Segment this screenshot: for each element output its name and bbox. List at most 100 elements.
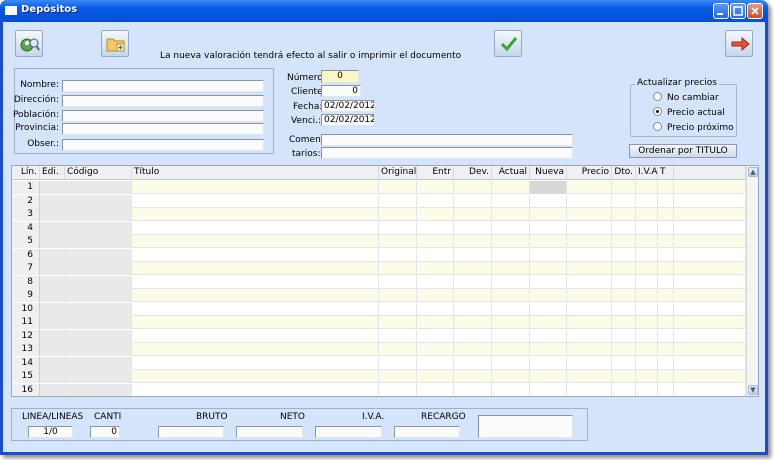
grid-cell[interactable] (379, 383, 417, 396)
column-header-titulo[interactable]: Título (132, 166, 379, 180)
grid-cell[interactable] (65, 221, 132, 235)
grid-cell[interactable] (417, 235, 454, 248)
grid-cell[interactable] (530, 194, 567, 208)
grid-cell[interactable] (40, 235, 65, 248)
grid-cell[interactable] (40, 181, 65, 194)
venci-field[interactable]: 02/02/2012 (321, 114, 375, 126)
grid-cell[interactable] (674, 302, 746, 316)
grid-cell[interactable] (132, 208, 379, 221)
grid-cell[interactable] (40, 356, 65, 370)
grid-cell[interactable] (40, 248, 65, 262)
grid-cell[interactable] (567, 275, 612, 289)
grid-cell[interactable] (40, 208, 65, 221)
grid-cell[interactable] (40, 289, 65, 302)
table-row[interactable]: 7 (12, 262, 746, 275)
grid-cell[interactable] (530, 370, 567, 383)
grid-cell[interactable] (492, 194, 530, 208)
grid-cell[interactable] (674, 235, 746, 248)
grid-cell[interactable] (379, 289, 417, 302)
grid-cell[interactable] (636, 356, 658, 370)
column-header-lin[interactable]: Lín. (12, 166, 40, 180)
grid-cell[interactable] (492, 262, 530, 275)
grid-cell[interactable] (492, 275, 530, 289)
grid-cell[interactable] (674, 329, 746, 343)
obser-field[interactable] (62, 139, 264, 151)
grid-cell[interactable] (40, 194, 65, 208)
grid-cell[interactable] (454, 302, 492, 316)
table-row[interactable]: 6 (12, 248, 746, 262)
grid-cell[interactable] (132, 194, 379, 208)
grid-cell[interactable] (658, 221, 674, 235)
table-row[interactable]: 16 (12, 383, 746, 396)
grid-cell[interactable] (40, 316, 65, 329)
grid-cell[interactable] (530, 316, 567, 329)
grid-cell[interactable] (454, 370, 492, 383)
grid-cell[interactable] (454, 221, 492, 235)
grid-cell[interactable] (417, 383, 454, 396)
grid-cell[interactable] (636, 289, 658, 302)
cliente-field[interactable]: 0 (321, 85, 361, 97)
grid-cell[interactable] (567, 262, 612, 275)
grid-cell[interactable] (674, 275, 746, 289)
grid-cell[interactable] (492, 235, 530, 248)
grid-cell[interactable] (454, 343, 492, 356)
grid-cell[interactable] (379, 262, 417, 275)
grid-cell[interactable] (658, 181, 674, 194)
grid-cell[interactable] (492, 329, 530, 343)
grid-cell[interactable] (132, 221, 379, 235)
numero-field[interactable]: 0 (321, 70, 359, 83)
grid-cell[interactable] (530, 289, 567, 302)
grid-cell[interactable] (40, 262, 65, 275)
grid-cell[interactable] (658, 343, 674, 356)
maximize-button[interactable] (730, 3, 746, 19)
grid-cell[interactable] (40, 383, 65, 396)
table-row[interactable]: 4 (12, 221, 746, 235)
grid-cell[interactable] (454, 289, 492, 302)
grid-cell[interactable] (454, 194, 492, 208)
comentarios-field-1[interactable] (321, 134, 573, 146)
grid-cell[interactable] (530, 302, 567, 316)
grid-cell[interactable] (454, 248, 492, 262)
grid-cell[interactable] (40, 329, 65, 343)
grid-cell[interactable] (379, 356, 417, 370)
radio-no-cambiar[interactable]: No cambiar (653, 92, 719, 103)
grid-cell[interactable] (658, 316, 674, 329)
grid-cell[interactable] (612, 221, 636, 235)
direccion-field[interactable] (62, 95, 264, 107)
grid-cell[interactable] (530, 248, 567, 262)
grid-cell[interactable] (132, 302, 379, 316)
grid-cell[interactable] (567, 248, 612, 262)
grid-cell[interactable] (65, 235, 132, 248)
grid-cell[interactable] (132, 383, 379, 396)
grid-cell[interactable] (530, 221, 567, 235)
grid-cell[interactable] (567, 329, 612, 343)
grid-cell[interactable] (658, 356, 674, 370)
grid-cell[interactable] (417, 194, 454, 208)
grid-cell[interactable] (658, 383, 674, 396)
table-row[interactable]: 5 (12, 235, 746, 248)
table-row[interactable]: 2 (12, 194, 746, 208)
grid-cell[interactable] (40, 370, 65, 383)
grid-cell[interactable] (636, 302, 658, 316)
grid-cell[interactable] (674, 221, 746, 235)
grid-cell[interactable] (530, 235, 567, 248)
grid-cell[interactable] (567, 370, 612, 383)
column-header-dto[interactable]: Dto. (612, 166, 636, 180)
grid-cell[interactable] (530, 275, 567, 289)
table-row[interactable]: 13 (12, 343, 746, 356)
grid-cell[interactable] (674, 316, 746, 329)
table-row[interactable]: 14 (12, 356, 746, 370)
grid-cell[interactable] (417, 262, 454, 275)
grid-cell[interactable] (612, 235, 636, 248)
column-header-edi[interactable]: Edi. (40, 166, 65, 180)
grid-cell[interactable] (612, 302, 636, 316)
grid-cell[interactable] (379, 302, 417, 316)
grid-cell[interactable] (65, 289, 132, 302)
grid-cell[interactable] (612, 343, 636, 356)
grid-cell[interactable] (492, 316, 530, 329)
ordenar-por-titulo-button[interactable]: Ordenar por TITULO (629, 144, 737, 158)
grid-cell[interactable] (65, 383, 132, 396)
grid-cell[interactable] (567, 289, 612, 302)
grid-cell[interactable] (492, 343, 530, 356)
grid-cell[interactable] (674, 208, 746, 221)
